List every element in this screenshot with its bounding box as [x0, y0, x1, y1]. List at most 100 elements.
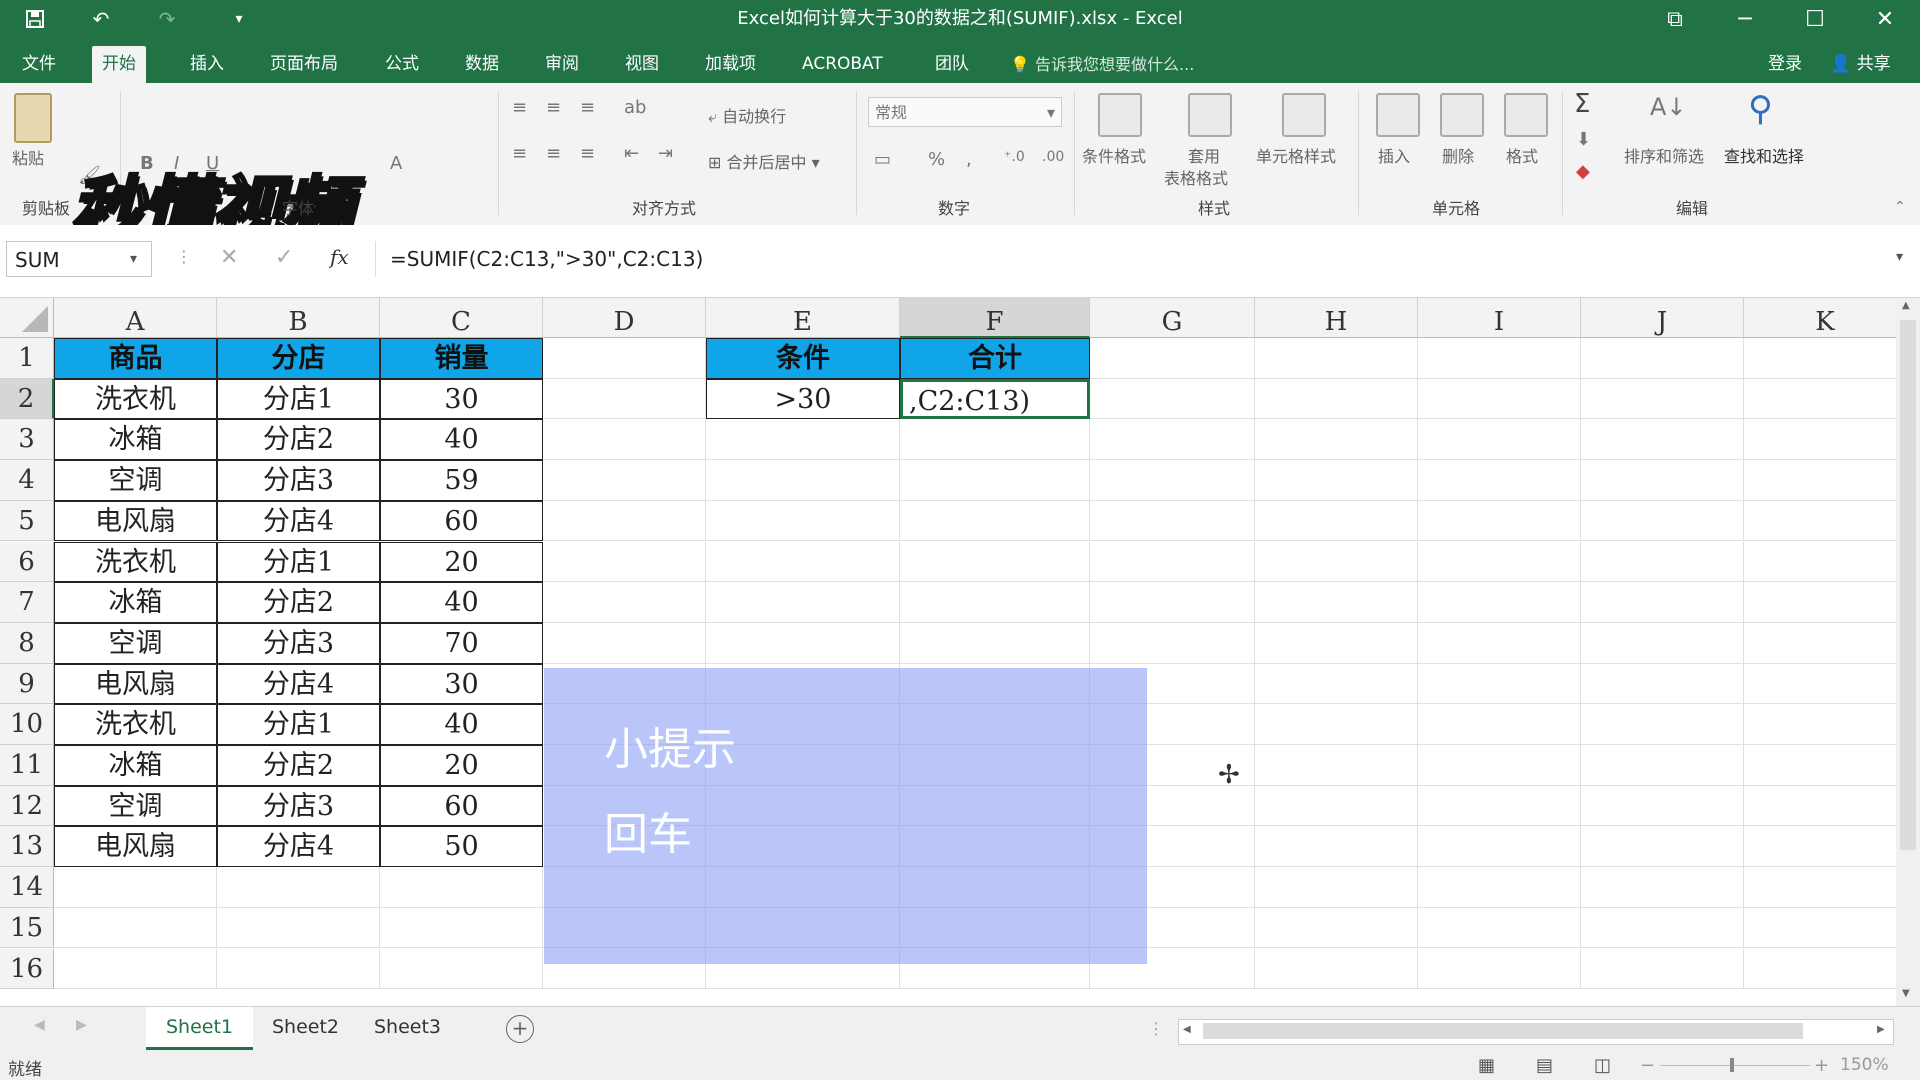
grid-cell[interactable] [1255, 867, 1418, 908]
grid-cell[interactable] [706, 419, 900, 461]
grid-cell[interactable] [1744, 623, 1896, 664]
sheet-tab-1[interactable]: Sheet1 [146, 1007, 254, 1050]
grid-cell[interactable] [1744, 460, 1896, 501]
prev-sheet-icon[interactable]: ◀ [34, 1017, 45, 1033]
paste-button[interactable]: 粘贴 [12, 145, 44, 169]
grid-cell[interactable] [1744, 949, 1896, 990]
insert-function-icon[interactable]: fx [330, 245, 349, 269]
grid-cell[interactable] [217, 907, 380, 949]
grid-cell[interactable] [380, 907, 543, 949]
grid-cell[interactable] [543, 419, 706, 461]
tab-team[interactable]: 团队 [925, 46, 979, 83]
table-row-cell[interactable]: 电风扇 [54, 663, 217, 705]
grid-cell[interactable] [1255, 338, 1418, 379]
comma-style-icon[interactable]: , [966, 149, 972, 170]
grid-cell[interactable] [1744, 664, 1896, 705]
grid-cell[interactable] [543, 622, 706, 664]
table-row-cell[interactable]: 分店3 [217, 785, 380, 827]
grid-cell[interactable] [1090, 582, 1255, 623]
table-row-cell[interactable]: 洗衣机 [54, 704, 217, 745]
zoom-level[interactable]: 150% [1840, 1055, 1889, 1075]
orientation-icon[interactable]: ab [624, 97, 646, 118]
column-header-b[interactable]: B [217, 298, 380, 338]
horizontal-scrollbar[interactable]: ◀ ▶ [1178, 1019, 1894, 1045]
grid-cell[interactable] [543, 460, 706, 501]
table-row-cell[interactable]: 分店3 [217, 460, 380, 501]
row-header-15[interactable]: 15 [0, 907, 54, 949]
splitter-icon[interactable]: ⋮ [1148, 1019, 1164, 1038]
grid-cell[interactable] [1744, 338, 1896, 379]
normal-view-icon[interactable]: ▦ [1478, 1055, 1495, 1076]
table-row-cell[interactable]: 40 [380, 704, 543, 745]
grid-cell[interactable] [1418, 460, 1581, 501]
table-row-cell[interactable]: 70 [380, 622, 543, 664]
grid-cell[interactable] [1418, 582, 1581, 623]
grid-cell[interactable] [543, 378, 706, 420]
row-header-3[interactable]: 3 [0, 419, 54, 461]
tab-data[interactable]: 数据 [455, 46, 509, 83]
enter-icon[interactable]: ✓ [275, 245, 293, 270]
grid-cell[interactable] [706, 500, 900, 542]
align-bottom-icon[interactable]: ≡ [580, 97, 595, 118]
cell-styles-icon[interactable] [1282, 93, 1326, 137]
table-row-cell[interactable]: 电风扇 [54, 500, 217, 542]
row-header-8[interactable]: 8 [0, 622, 54, 664]
expand-formula-icon[interactable]: ▾ [1896, 249, 1903, 265]
login-link[interactable]: 登录 [1768, 46, 1802, 83]
grid-cell[interactable] [900, 500, 1090, 542]
grid-cell[interactable] [543, 582, 706, 623]
criteria-header-cell[interactable]: 条件 [706, 338, 900, 379]
insert-cells-button[interactable]: 插入 [1378, 143, 1410, 167]
number-format-select[interactable]: 常规 ▾ [868, 97, 1062, 127]
row-header-9[interactable]: 9 [0, 663, 54, 705]
table-row-cell[interactable]: 分店2 [217, 419, 380, 461]
table-header-cell[interactable]: 分店 [217, 338, 380, 379]
table-row-cell[interactable]: 冰箱 [54, 419, 217, 461]
column-header-d[interactable]: D [543, 298, 706, 338]
align-middle-icon[interactable]: ≡ [546, 97, 561, 118]
row-header-11[interactable]: 11 [0, 745, 54, 786]
grid-cell[interactable] [900, 419, 1090, 461]
zoom-slider-thumb[interactable] [1730, 1058, 1734, 1072]
close-icon[interactable]: ✕ [1850, 0, 1920, 38]
row-header-12[interactable]: 12 [0, 785, 54, 827]
grid-cell[interactable] [1255, 663, 1418, 705]
grid-cell[interactable] [1418, 704, 1581, 745]
delete-cells-button[interactable]: 删除 [1442, 143, 1474, 167]
decrease-indent-icon[interactable]: ⇤ [624, 143, 639, 164]
table-row-cell[interactable]: 分店2 [217, 582, 380, 623]
grid-cell[interactable] [1581, 460, 1744, 501]
grid-cell[interactable] [706, 582, 900, 623]
decrease-decimal-icon[interactable]: .00 [1042, 149, 1064, 165]
grid-cell[interactable] [1418, 622, 1581, 664]
row-header-14[interactable]: 14 [0, 867, 54, 908]
grid-cell[interactable] [1744, 704, 1896, 745]
tell-me-box[interactable]: 💡 告诉我您想要做什么... [1010, 46, 1194, 83]
chevron-down-icon[interactable]: ▾ [130, 241, 137, 277]
row-header-16[interactable]: 16 [0, 948, 54, 990]
increase-indent-icon[interactable]: ⇥ [658, 143, 673, 164]
grid-cell[interactable] [1090, 419, 1255, 461]
grid-cell[interactable] [380, 867, 543, 908]
maximize-icon[interactable]: ☐ [1780, 0, 1850, 38]
conditional-format-icon[interactable] [1098, 93, 1142, 137]
grid-cell[interactable] [900, 582, 1090, 623]
tab-view[interactable]: 视图 [615, 46, 669, 83]
column-header-k[interactable]: K [1744, 298, 1896, 338]
table-row-cell[interactable]: 分店3 [217, 622, 380, 664]
grid-cell[interactable] [1418, 785, 1581, 827]
grid-cell[interactable] [543, 541, 706, 583]
merge-center-button[interactable]: ⊞ 合并后居中 ▾ [708, 149, 820, 173]
grid-cell[interactable] [1418, 378, 1581, 420]
grid-cell[interactable] [1418, 500, 1581, 542]
sheet-tab-3[interactable]: Sheet3 [354, 1007, 461, 1047]
grid-cell[interactable] [1581, 622, 1744, 664]
grid-cell[interactable] [1581, 826, 1744, 868]
grid-cell[interactable] [706, 622, 900, 664]
percent-icon[interactable]: % [928, 149, 945, 170]
wrap-text-button[interactable]: ⤶ 自动换行 [708, 103, 786, 127]
grid-cell[interactable] [1744, 379, 1896, 420]
grid-cell[interactable] [217, 948, 380, 990]
grid-cell[interactable] [1090, 541, 1255, 583]
grid-cell[interactable] [1090, 622, 1255, 664]
